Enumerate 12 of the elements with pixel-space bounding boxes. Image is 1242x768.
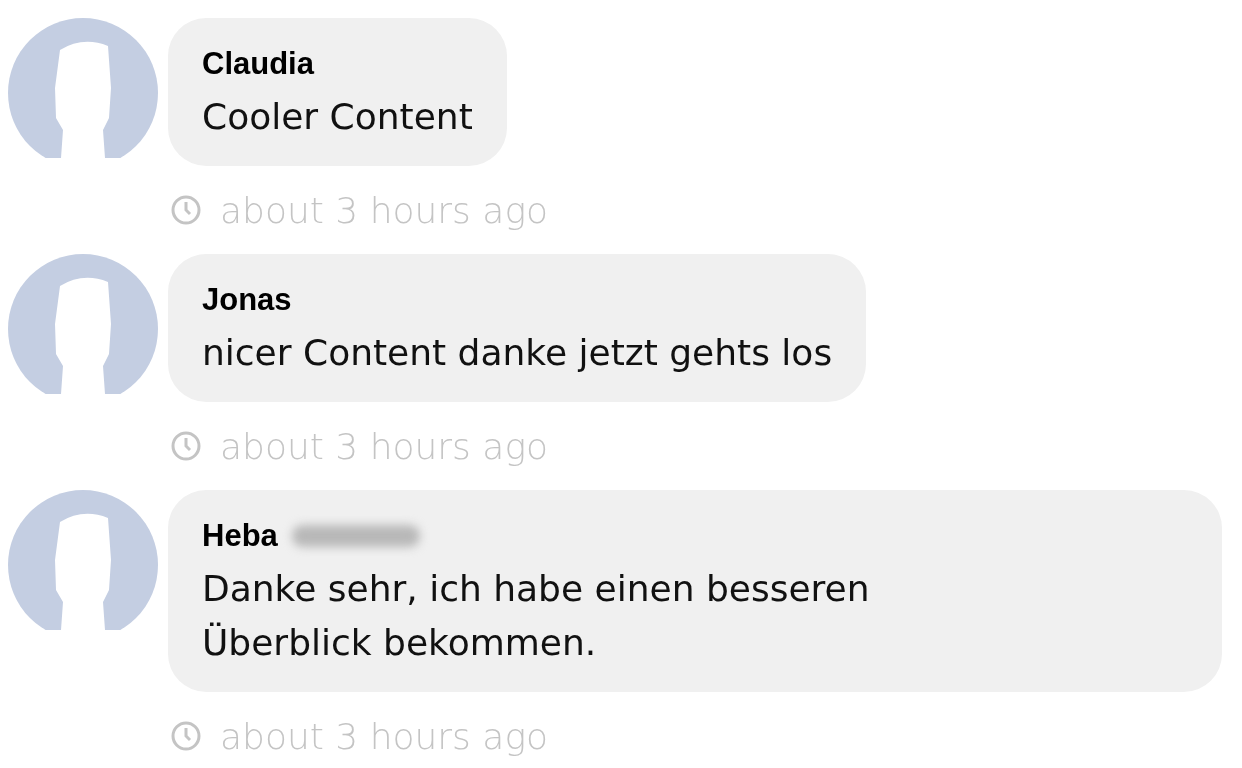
clock-icon xyxy=(170,720,202,752)
author-name: Claudia xyxy=(202,45,314,83)
timestamp: about 3 hours ago xyxy=(220,189,548,231)
author-name: Heba xyxy=(202,517,278,555)
author-name: Jonas xyxy=(202,281,292,319)
clock-icon xyxy=(170,194,202,226)
timestamp: about 3 hours ago xyxy=(220,425,548,467)
comment-text: nicer Content danke jetzt gehts los xyxy=(202,331,833,375)
clock-icon xyxy=(170,430,202,462)
comment-text: Cooler Content xyxy=(202,95,473,139)
timestamp: about 3 hours ago xyxy=(220,715,548,757)
comment-text: Danke sehr, ich habe einen besseren Überblick bekommen. xyxy=(202,567,871,665)
